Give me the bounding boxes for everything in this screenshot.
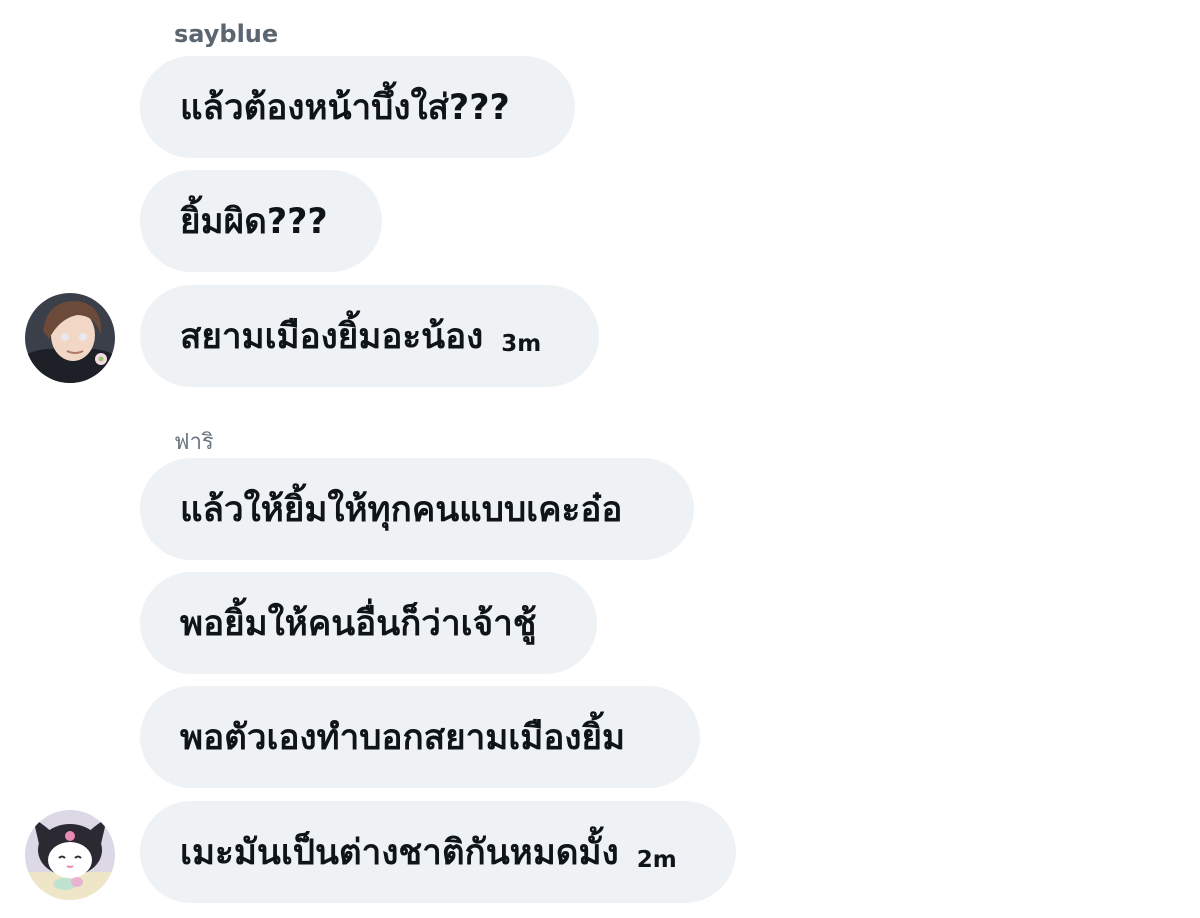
- message-text: สยามเมืองยิ้มอะน้อง: [180, 316, 484, 357]
- sender-name-fari[interactable]: ฟาริ: [174, 424, 214, 459]
- message-bubble[interactable]: แล้วให้ยิ้มให้ทุกคนแบบเคะอ๋อ: [140, 458, 694, 560]
- avatar-sayblue[interactable]: [25, 293, 115, 383]
- message-text: ยิ้มผิด???: [180, 201, 328, 242]
- avatar-fari[interactable]: [25, 810, 115, 900]
- message-timestamp: 2m: [636, 847, 677, 873]
- sender-name-sayblue[interactable]: sayblue: [174, 20, 278, 48]
- message-text: แล้วต้องหน้าบึ้งใส่???: [180, 87, 510, 128]
- avatar-photo-icon: [25, 293, 115, 383]
- message-timestamp: 3m: [501, 331, 542, 357]
- message-bubble[interactable]: แล้วต้องหน้าบึ้งใส่???: [140, 56, 575, 158]
- message-bubble[interactable]: พอตัวเองทำบอกสยามเมืองยิ้ม: [140, 686, 700, 788]
- message-text: เมะมันเป็นต่างชาติกันหมดมั้ง: [180, 832, 619, 873]
- message-bubble[interactable]: สยามเมืองยิ้มอะน้อง 3m: [140, 285, 599, 387]
- message-text: แล้วให้ยิ้มให้ทุกคนแบบเคะอ๋อ: [180, 489, 623, 530]
- message-bubble[interactable]: ยิ้มผิด???: [140, 170, 382, 272]
- kuromi-avatar-icon: [25, 810, 115, 900]
- message-text: พอยิ้มให้คนอื่นก็ว่าเจ้าชู้: [180, 603, 537, 644]
- message-bubble[interactable]: พอยิ้มให้คนอื่นก็ว่าเจ้าชู้: [140, 572, 597, 674]
- message-text: พอตัวเองทำบอกสยามเมืองยิ้ม: [180, 717, 626, 758]
- message-bubble[interactable]: เมะมันเป็นต่างชาติกันหมดมั้ง 2m: [140, 801, 736, 903]
